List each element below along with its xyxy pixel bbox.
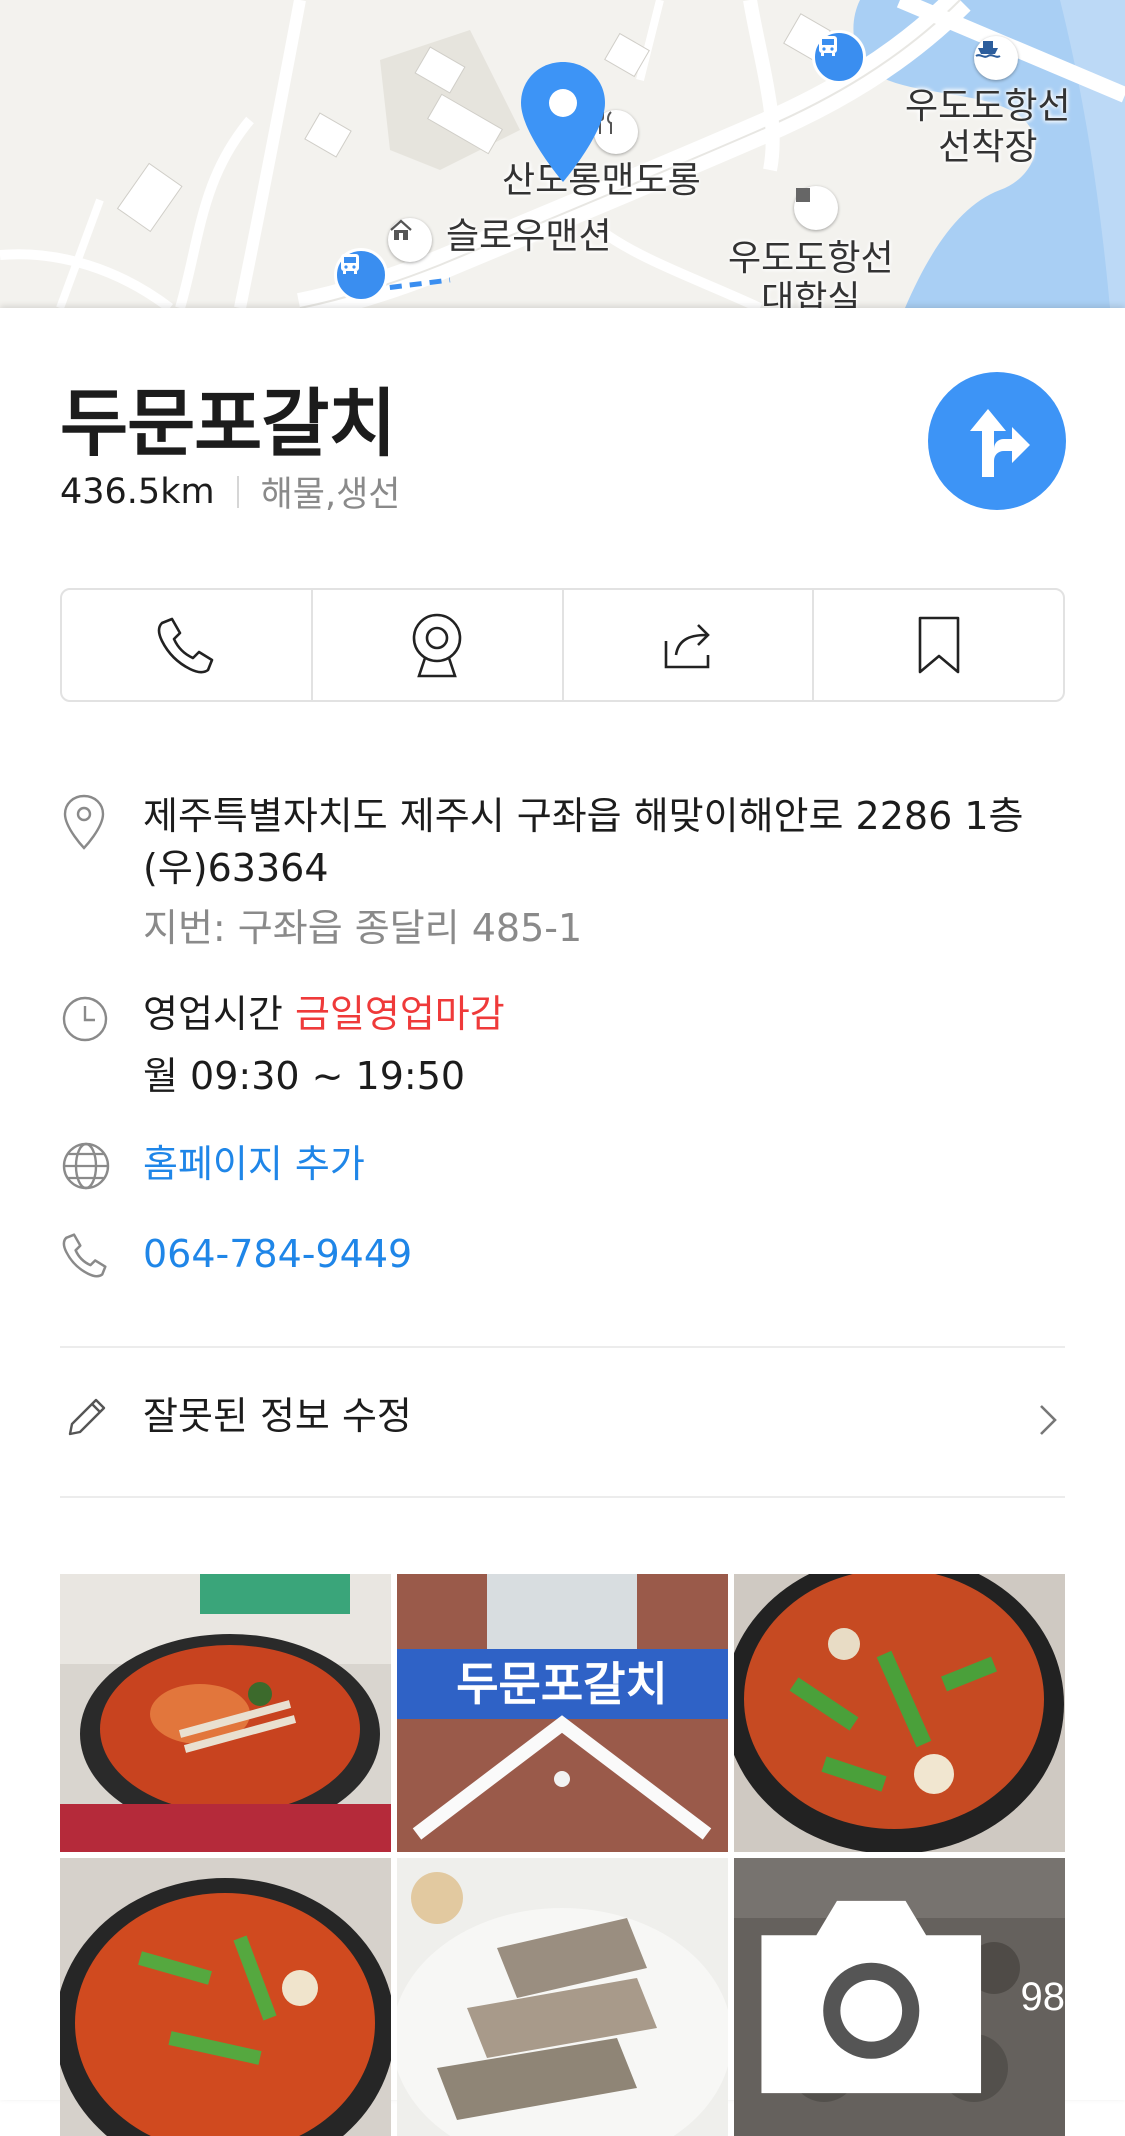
photo-thumbnail[interactable]: [60, 1574, 391, 1852]
share-button[interactable]: [564, 590, 815, 700]
hours-row[interactable]: 영업시간 금일영업마감 월 09:30 ~ 19:50: [60, 988, 1065, 1108]
chevron-right-icon: [1040, 1405, 1057, 1435]
meta-divider: [236, 475, 239, 508]
postal-code: (우)63364: [143, 846, 329, 890]
globe-icon: [62, 1142, 110, 1190]
photo-thumbnail[interactable]: [60, 1858, 391, 2136]
lot-address: 지번: 구좌읍 종달리 485-1: [143, 906, 583, 950]
hours-status: 금일영업마감: [294, 992, 505, 1036]
place-meta: 436.5km 해물,생선: [60, 466, 401, 517]
bookmark-icon: [918, 616, 959, 674]
address-text[interactable]: 제주특별자치도 제주시 구좌읍 해맞이해안로 2286 1층: [143, 790, 1023, 842]
address-row: 제주특별자치도 제주시 구좌읍 해맞이해안로 2286 1층 (우)63364 …: [60, 790, 1065, 950]
photo-thumbnail[interactable]: [734, 1574, 1065, 1852]
divider: [60, 1496, 1065, 1498]
building-icon[interactable]: [794, 186, 838, 230]
ferry-icon[interactable]: [974, 36, 1018, 80]
phone-icon: [62, 1233, 107, 1278]
phone-row[interactable]: 064-784-9449: [60, 1228, 1065, 1288]
more-photos-button[interactable]: 98: [734, 1858, 1065, 2136]
share-icon: [664, 624, 710, 669]
sign-text: 두문포갈치: [456, 1657, 668, 1711]
hours-status-line: 영업시간 금일영업마감: [143, 988, 505, 1040]
edit-info-row[interactable]: 잘못된 정보 수정: [60, 1368, 1065, 1468]
photo-thumbnail[interactable]: 두문포갈치: [397, 1574, 728, 1852]
clock-icon: [62, 996, 108, 1042]
pencil-icon: [68, 1398, 106, 1436]
photo-count-text: 98: [1020, 1974, 1066, 2019]
location-icon: [63, 794, 105, 850]
map-label-ferry-office: 우도도항선 대합실: [728, 238, 894, 308]
place-detail-sheet: 두문포갈치 436.5km 해물,생선 제주특별자치도 제주시 구좌읍 해맞이해…: [0, 308, 1125, 2136]
hours-today: 월 09:30 ~ 19:50: [143, 1054, 466, 1098]
divider: [60, 1346, 1065, 1348]
map-view[interactable]: 우도도항선 선착장 산도롱맨도롱 슬로우맨션 우도도항선 대합실: [0, 0, 1125, 308]
phone-icon: [158, 617, 214, 674]
photo-thumbnail[interactable]: [397, 1858, 728, 2136]
edit-info-label: 잘못된 정보 수정: [143, 1394, 412, 1438]
map-label-port: 우도도항선 선착장: [905, 86, 1071, 169]
save-button[interactable]: [814, 590, 1063, 700]
action-bar: [60, 588, 1065, 702]
camera-icon: [761, 1900, 982, 2094]
category-text: 해물,생선: [260, 475, 401, 515]
distance-text: 436.5km: [60, 471, 215, 512]
lodging-icon[interactable]: [388, 218, 432, 262]
homepage-row[interactable]: 홈페이지 추가: [60, 1138, 1065, 1198]
photo-count: 98: [734, 1858, 1065, 2136]
directions-icon: [970, 409, 1030, 477]
phone-link[interactable]: 064-784-9449: [143, 1228, 412, 1280]
bus-stop-icon[interactable]: [334, 248, 388, 302]
roadview-icon: [412, 613, 462, 678]
directions-button[interactable]: [928, 372, 1066, 510]
add-homepage-link[interactable]: 홈페이지 추가: [143, 1138, 365, 1190]
call-button[interactable]: [62, 590, 313, 700]
map-label-pension: 슬로우맨션: [446, 216, 612, 257]
place-title: 두문포갈치: [60, 381, 396, 467]
hours-label: 영업시간: [143, 992, 283, 1036]
roadview-button[interactable]: [313, 590, 564, 700]
bus-stop-icon[interactable]: [812, 30, 866, 84]
